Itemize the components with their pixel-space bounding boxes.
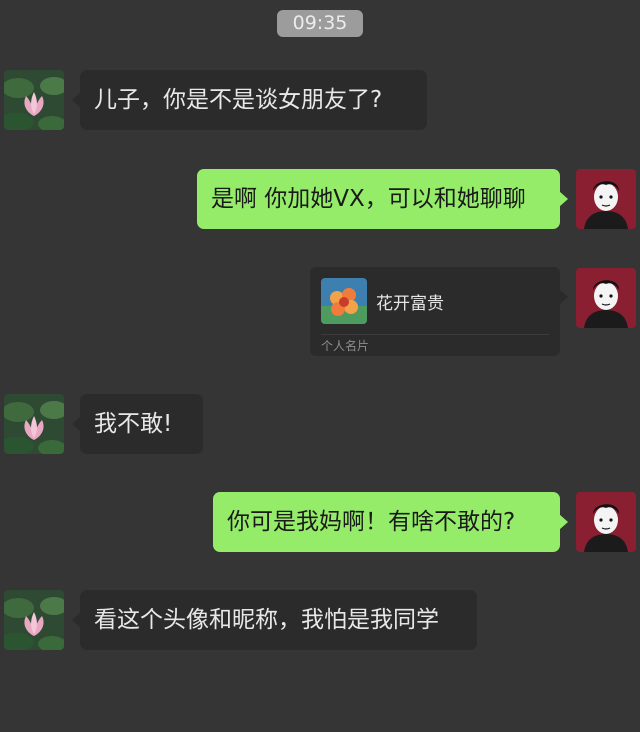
boy-sketch-avatar-icon[interactable] xyxy=(576,169,636,229)
message-text: 是啊 你加她VX，可以和她聊聊 xyxy=(211,186,526,212)
message-text: 你可是我妈啊！有啥不敢的? xyxy=(227,509,516,535)
lotus-avatar-icon[interactable] xyxy=(4,394,64,454)
message-bubble-outgoing[interactable]: 是啊 你加她VX，可以和她聊聊 xyxy=(197,169,568,229)
message-bubble-outgoing[interactable]: 你可是我妈啊！有啥不敢的? xyxy=(213,492,568,552)
message-bubble-incoming[interactable]: 儿子，你是不是谈女朋友了? xyxy=(72,70,427,130)
boy-sketch-avatar-icon[interactable] xyxy=(576,492,636,552)
lotus-avatar-icon[interactable] xyxy=(4,590,64,650)
contact-card-name: 花开富贵 xyxy=(376,294,444,314)
message-text: 儿子，你是不是谈女朋友了? xyxy=(94,87,383,113)
message-text: 看这个头像和昵称，我怕是我同学 xyxy=(94,607,439,633)
message-bubble-incoming[interactable]: 我不敢! xyxy=(72,394,203,454)
timestamp: 09:35 xyxy=(277,10,363,37)
contact-card[interactable]: 花开富贵 个人名片 xyxy=(310,267,568,356)
divider xyxy=(321,334,549,335)
contact-card-type: 个人名片 xyxy=(321,339,370,353)
boy-sketch-avatar-icon[interactable] xyxy=(576,268,636,328)
message-bubble-incoming[interactable]: 看这个头像和昵称，我怕是我同学 xyxy=(72,590,477,650)
lotus-avatar-icon[interactable] xyxy=(4,70,64,130)
flower-avatar-icon xyxy=(321,278,367,324)
message-text: 我不敢! xyxy=(94,411,173,437)
